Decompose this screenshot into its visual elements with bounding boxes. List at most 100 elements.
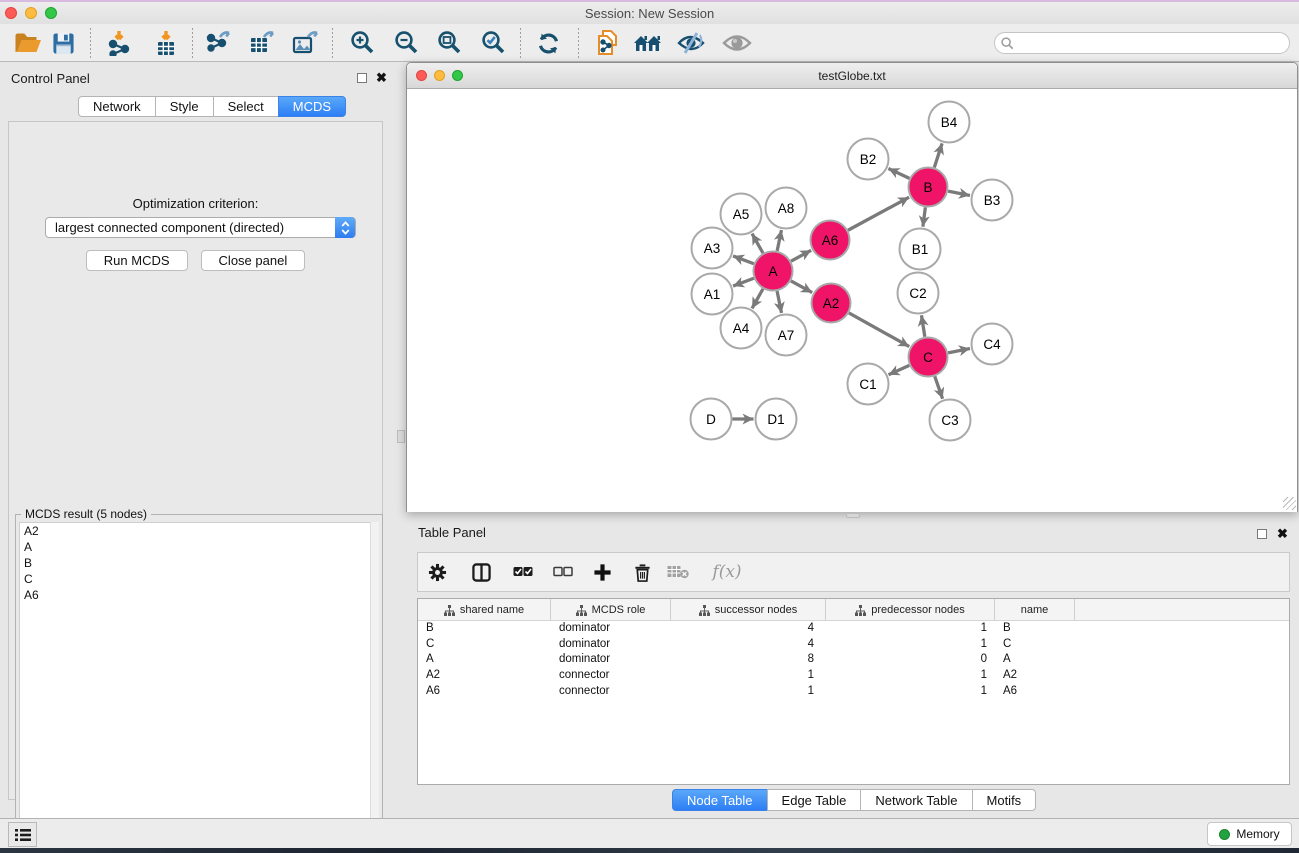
export-network-button[interactable] — [201, 26, 235, 60]
graph-edge-B-B1[interactable] — [923, 207, 925, 226]
graph-edge-A-A4[interactable] — [752, 289, 763, 309]
network-graph[interactable]: B4B2BB3A8A5A6A3B1AC2A1A2A4A7C4CC1C3DD1 — [407, 90, 1297, 512]
table-row[interactable]: Adominator80A — [418, 652, 1289, 668]
tab-network-table[interactable]: Network Table — [860, 789, 972, 811]
table-cell[interactable]: connector — [551, 684, 671, 700]
table-cell[interactable]: 1 — [826, 637, 995, 653]
graph-edge-B-B4[interactable] — [934, 143, 942, 167]
search-field[interactable] — [994, 32, 1290, 54]
export-image-button[interactable] — [287, 26, 321, 60]
table-cell[interactable]: 4 — [671, 637, 826, 653]
zoom-fit-button[interactable] — [432, 26, 466, 60]
show-hide-eye-button[interactable] — [720, 26, 754, 60]
show-column-button[interactable] — [468, 559, 494, 585]
criterion-dropdown[interactable]: largest connected component (directed) — [45, 217, 356, 238]
column-header-MCDS-role[interactable]: MCDS role — [551, 599, 671, 621]
table-row[interactable]: A6connector11A6 — [418, 684, 1289, 700]
delete-entry-button[interactable] — [629, 559, 655, 585]
save-session-button[interactable] — [46, 26, 80, 60]
table-cell[interactable]: 0 — [826, 652, 995, 668]
graph-edge-C-C4[interactable] — [948, 348, 970, 352]
tab-select[interactable]: Select — [213, 96, 279, 117]
table-row[interactable]: A2connector11A2 — [418, 668, 1289, 684]
table-cell[interactable]: dominator — [551, 621, 671, 637]
node-table[interactable]: shared nameMCDS rolesuccessor nodesprede… — [417, 598, 1290, 785]
tab-motifs[interactable]: Motifs — [972, 789, 1037, 811]
table-cell[interactable]: A — [418, 652, 551, 668]
refresh-view-button[interactable] — [531, 26, 565, 60]
float-panel-icon[interactable] — [357, 73, 367, 83]
graph-edge-A-A6[interactable] — [791, 250, 811, 261]
table-cell[interactable]: A2 — [995, 668, 1075, 684]
zoom-selected-button[interactable] — [476, 26, 510, 60]
column-header-shared-name[interactable]: shared name — [418, 599, 551, 621]
graph-edge-B-B2[interactable] — [888, 169, 909, 179]
tab-network[interactable]: Network — [78, 96, 156, 117]
table-row[interactable]: Bdominator41B — [418, 621, 1289, 637]
graph-edge-A-A8[interactable] — [777, 230, 781, 251]
add-entry-button[interactable] — [589, 559, 615, 585]
table-cell[interactable]: C — [418, 637, 551, 653]
tab-node-table[interactable]: Node Table — [672, 789, 768, 811]
graph-edge-B-B3[interactable] — [948, 191, 970, 195]
mcds-result-item[interactable]: B — [20, 555, 378, 571]
table-cell[interactable]: B — [418, 621, 551, 637]
table-row[interactable]: Cdominator41C — [418, 637, 1289, 653]
graph-edge-A-A1[interactable] — [733, 278, 754, 286]
table-cell[interactable]: 8 — [671, 652, 826, 668]
toggle-graphics-details-button[interactable] — [674, 26, 708, 60]
scrollbar[interactable] — [370, 522, 379, 849]
table-cell[interactable]: 1 — [671, 668, 826, 684]
task-history-button[interactable] — [8, 822, 37, 847]
table-cell[interactable]: A2 — [418, 668, 551, 684]
export-table-button[interactable] — [244, 26, 278, 60]
import-table-button[interactable] — [149, 26, 183, 60]
graph-edge-C-C2[interactable] — [921, 315, 924, 337]
run-mcds-button[interactable]: Run MCDS — [86, 250, 188, 271]
mcds-result-item[interactable]: C — [20, 571, 378, 587]
close-panel-icon[interactable]: ✖ — [1277, 526, 1288, 542]
select-all-button[interactable] — [510, 559, 536, 585]
graph-edge-C-C3[interactable] — [935, 376, 943, 398]
open-session-button[interactable] — [11, 26, 45, 60]
window-resize-handle[interactable] — [1283, 497, 1296, 510]
graph-edge-A-A7[interactable] — [777, 291, 781, 313]
table-cell[interactable]: B — [995, 621, 1075, 637]
table-cell[interactable]: dominator — [551, 637, 671, 653]
graph-edge-A-A5[interactable] — [752, 234, 763, 254]
graph-edge-A-A3[interactable] — [733, 256, 754, 264]
table-cell[interactable]: A6 — [995, 684, 1075, 700]
graph-edge-A6-B[interactable] — [848, 197, 909, 230]
new-network-from-selection-button[interactable] — [591, 26, 625, 60]
tab-edge-table[interactable]: Edge Table — [767, 789, 862, 811]
memory-button[interactable]: Memory — [1207, 822, 1292, 846]
table-settings-button[interactable] — [424, 559, 450, 585]
network-canvas[interactable]: B4B2BB3A8A5A6A3B1AC2A1A2A4A7C4CC1C3DD1 — [407, 90, 1297, 512]
table-cell[interactable]: 1 — [826, 621, 995, 637]
column-header-name[interactable]: name — [995, 599, 1075, 621]
table-cell[interactable]: 1 — [671, 684, 826, 700]
cybrowser-home-button[interactable] — [631, 26, 665, 60]
table-cell[interactable]: dominator — [551, 652, 671, 668]
mcds-result-list[interactable]: A2ABCA6 — [19, 522, 379, 849]
column-header-predecessor-nodes[interactable]: predecessor nodes — [826, 599, 995, 621]
delete-table-button[interactable] — [665, 559, 691, 585]
float-panel-icon[interactable] — [1257, 529, 1267, 539]
deselect-all-button[interactable] — [550, 559, 576, 585]
table-cell[interactable]: 4 — [671, 621, 826, 637]
table-cell[interactable]: 1 — [826, 684, 995, 700]
tab-mcds[interactable]: MCDS — [278, 96, 346, 117]
mcds-result-item[interactable]: A6 — [20, 587, 378, 603]
mcds-result-item[interactable]: A2 — [20, 523, 378, 539]
table-cell[interactable]: A6 — [418, 684, 551, 700]
close-panel-button[interactable]: Close panel — [201, 250, 306, 271]
graph-edge-A2-C[interactable] — [849, 313, 909, 347]
zoom-in-button[interactable] — [345, 26, 379, 60]
table-cell[interactable]: connector — [551, 668, 671, 684]
table-cell[interactable]: 1 — [826, 668, 995, 684]
import-network-button[interactable] — [102, 26, 136, 60]
mcds-result-item[interactable]: A — [20, 539, 378, 555]
table-cell[interactable]: C — [995, 637, 1075, 653]
close-panel-icon[interactable]: ✖ — [376, 70, 387, 86]
vertical-splitter-grip[interactable] — [397, 430, 405, 443]
